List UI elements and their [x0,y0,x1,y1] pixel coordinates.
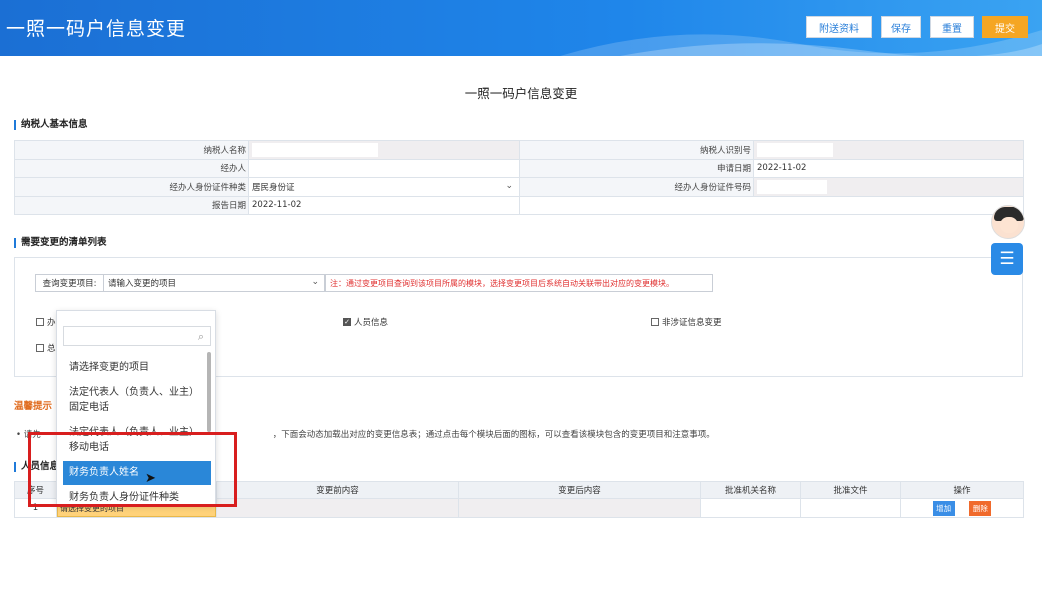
checkbox-general[interactable]: 总 [36,342,56,354]
dropdown-option[interactable]: 法定代表人（负责人、业主） [63,425,211,440]
id-number-field[interactable] [753,177,1024,197]
checkbox-label: 办 [47,318,56,328]
col-index: 序号 [14,481,57,499]
add-row-button[interactable]: 增加 [932,500,955,516]
dropdown-search-input[interactable]: ⌕ [63,326,211,346]
taxpayer-name-label: 纳税人名称 [14,140,249,160]
dropdown-option[interactable]: 财务负责人身份证件种类 [63,490,211,504]
col-authority: 批准机关名称 [700,481,801,499]
checkbox-checked-icon: ✓ [343,317,351,326]
query-select-value: 请输入变更的项目 [108,279,177,289]
apply-date-value: 2022-11-02 [753,158,1024,178]
checkbox-label: 人员信息 [354,318,389,328]
checkbox-personnel-info[interactable]: ✓ 人员信息 [343,316,388,328]
section-title-basic-info: 纳税人基本信息 [14,120,88,130]
dropdown-option-active[interactable]: 财务负责人姓名 [63,461,211,485]
query-label: 查询变更项目: [35,274,103,292]
actions-cell: 增加 删除 [900,498,1024,518]
floating-helpers: ☰ [991,205,1025,275]
query-note: 注：通过变更项目查询到该项目所属的模块，选择变更项目后系统自动关联带出对应的变更… [325,274,713,292]
chevron-down-icon: ⌄ [505,181,513,191]
id-type-value: 居民身份证 [252,182,295,193]
agent-label: 经办人 [14,158,249,178]
dropdown-option[interactable]: 请选择变更的项目 [63,360,211,375]
dropdown-scrollbar[interactable] [207,352,211,432]
checkbox-office[interactable]: 办 [36,316,56,328]
change-item-dropdown: ⌕ 请选择变更的项目 法定代表人（负责人、业主） 固定电话 法定代表人（负责人、… [56,310,216,505]
report-date-label: 报告日期 [14,195,249,215]
apply-date-label: 申请日期 [519,158,754,178]
col-before: 变更前内容 [216,481,459,499]
report-date-value: 2022-11-02 [248,195,520,215]
attach-button[interactable]: 附送资料 [806,16,872,38]
taxpayer-id-label: 纳税人识别号 [519,140,754,160]
checkbox-label: 非涉证信息变更 [662,318,722,328]
search-icon: ⌕ [197,330,204,343]
col-after: 变更后内容 [458,481,701,499]
app-title: 一照一码户信息变更 [6,18,187,40]
dropdown-option[interactable]: 移动电话 [63,440,211,455]
app-header: 一照一码户信息变更 附送资料 保存 重置 提交 [0,0,1042,56]
agent-field[interactable] [248,158,520,178]
checkbox-non-cert-info[interactable]: 非涉证信息变更 [651,316,722,328]
section-title-people: 人员信息 [14,462,59,472]
avatar-face [1000,217,1018,233]
mouse-cursor-icon: ➤ [145,471,156,486]
dropdown-option[interactable]: 固定电话 [63,400,211,415]
submit-button[interactable]: 提交 [982,16,1028,38]
checkbox-icon [651,318,659,326]
col-document: 批准文件 [800,481,901,499]
empty-cell [519,195,1024,215]
before-content-cell[interactable] [216,498,459,518]
save-button[interactable]: 保存 [881,16,921,38]
assistant-avatar-icon[interactable] [991,205,1025,239]
col-actions: 操作 [900,481,1024,499]
delete-row-button[interactable]: 删除 [969,500,992,516]
after-content-cell[interactable] [458,498,701,518]
query-select[interactable]: 请输入变更的项目 ⌄ [103,274,325,292]
id-type-label: 经办人身份证件种类 [14,177,249,197]
chevron-down-icon: ⌄ [311,277,319,287]
dropdown-option[interactable]: 法定代表人（负责人、业主） [63,385,211,400]
checkbox-icon [36,318,44,326]
document-cell[interactable] [800,498,901,518]
tips-title: 温馨提示 [14,401,53,412]
tips-text-right: ，下面会动态加载出对应的变更信息表；通过点击每个模块后面的图标，可以查看该模块包… [272,430,715,440]
tips-text-left: 请先 [23,430,41,440]
document-icon[interactable]: ☰ [991,243,1023,275]
id-type-select[interactable]: 居民身份证 ⌄ [248,177,520,197]
taxpayer-name-field[interactable] [248,140,520,160]
checkbox-label: 总 [47,344,56,354]
reset-button[interactable]: 重置 [930,16,974,38]
row-index: 1 [14,498,57,518]
authority-cell[interactable] [700,498,801,518]
taxpayer-id-field[interactable] [753,140,1024,160]
checkbox-icon [36,344,44,352]
page-title: 一照一码户信息变更 [464,86,578,101]
basic-info-table: 纳税人名称 纳税人识别号 经办人 申请日期 2022-11-02 经办人身份证件… [14,140,1024,215]
id-number-label: 经办人身份证件号码 [519,177,754,197]
section-title-change-list: 需要变更的清单列表 [14,238,107,248]
